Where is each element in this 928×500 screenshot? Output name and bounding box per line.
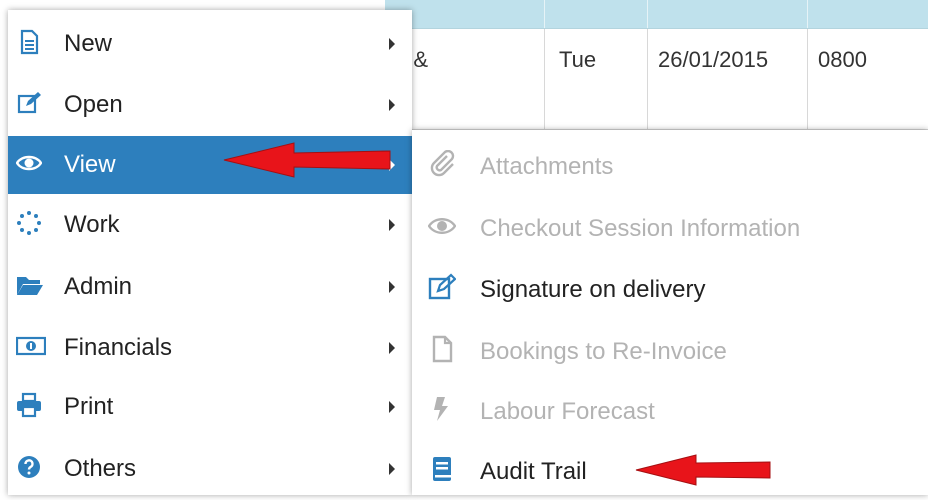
- file-icon: [428, 335, 456, 363]
- menu-item-work[interactable]: Work: [8, 196, 412, 254]
- background-table: e & Tue 26/01/2015 0800: [385, 0, 928, 132]
- submenu-item-label: Audit Trail: [480, 458, 587, 485]
- submenu-item-bookings-reinvoice[interactable]: Bookings to Re-Invoice: [412, 320, 928, 380]
- table-cell: Tue: [545, 29, 648, 129]
- menu-item-label: New: [64, 30, 113, 57]
- question-circle-icon: [16, 454, 42, 480]
- header-cell: [545, 0, 648, 28]
- book-icon: [428, 455, 456, 483]
- menu-item-label: Financials: [64, 334, 173, 361]
- menu-item-label: View: [64, 151, 116, 178]
- menu-item-label: Work: [64, 211, 120, 238]
- edit-icon: [16, 90, 42, 116]
- menu-item-label: Admin: [64, 273, 133, 300]
- view-submenu: Attachments Checkout Session Information…: [412, 130, 928, 495]
- edit-icon: [428, 273, 457, 301]
- submenu-item-checkout-session[interactable]: Checkout Session Information: [412, 197, 928, 257]
- chevron-right-icon: [389, 219, 395, 231]
- menu-item-financials[interactable]: Financials: [8, 319, 412, 377]
- header-cell: [648, 0, 808, 28]
- menu-item-open[interactable]: Open: [8, 76, 412, 134]
- submenu-item-label: Labour Forecast: [480, 398, 655, 425]
- header-cell: [808, 0, 928, 28]
- chevron-right-icon: [389, 463, 395, 475]
- chevron-right-icon: [389, 281, 395, 293]
- bolt-icon: [428, 395, 456, 423]
- menu-item-new[interactable]: New: [8, 15, 412, 73]
- folder-open-icon: [16, 272, 43, 298]
- table-cell: 0800: [808, 29, 928, 129]
- submenu-item-label: Bookings to Re-Invoice: [480, 338, 727, 365]
- paperclip-icon: [428, 149, 456, 178]
- spinner-icon: [16, 210, 42, 236]
- submenu-item-labour-forecast[interactable]: Labour Forecast: [412, 380, 928, 440]
- menu-item-label: Others: [64, 455, 137, 482]
- submenu-item-label: Signature on delivery: [480, 276, 706, 303]
- chevron-right-icon: [389, 401, 395, 413]
- printer-icon: [16, 392, 42, 418]
- menu-item-label: Open: [64, 91, 123, 118]
- menu-item-admin[interactable]: Admin: [8, 258, 412, 316]
- eye-icon: [427, 212, 457, 240]
- context-menu: New Open View Work Admin Financials Prin…: [8, 10, 412, 495]
- document-icon: [16, 29, 42, 55]
- menu-item-label: Print: [64, 393, 114, 420]
- eye-icon: [15, 150, 43, 176]
- submenu-item-label: Attachments: [480, 153, 614, 180]
- money-icon: [15, 333, 47, 359]
- chevron-right-icon: [389, 342, 395, 354]
- table-cell: 26/01/2015: [648, 29, 808, 129]
- cell-text: 0800: [818, 47, 867, 72]
- annotation-arrow-icon: [635, 454, 771, 486]
- chevron-right-icon: [389, 38, 395, 50]
- table-row[interactable]: e & Tue 26/01/2015 0800: [385, 29, 928, 130]
- table-header: [385, 0, 928, 29]
- submenu-item-signature[interactable]: Signature on delivery: [412, 258, 928, 318]
- submenu-item-attachments[interactable]: Attachments: [412, 135, 928, 195]
- submenu-item-label: Checkout Session Information: [480, 215, 801, 242]
- cell-text: 26/01/2015: [658, 47, 769, 72]
- menu-item-others[interactable]: Others: [8, 440, 412, 498]
- chevron-right-icon: [389, 99, 395, 111]
- menu-item-print[interactable]: Print: [8, 378, 412, 436]
- annotation-arrow-icon: [223, 142, 391, 178]
- cell-text: Tue: [559, 47, 597, 72]
